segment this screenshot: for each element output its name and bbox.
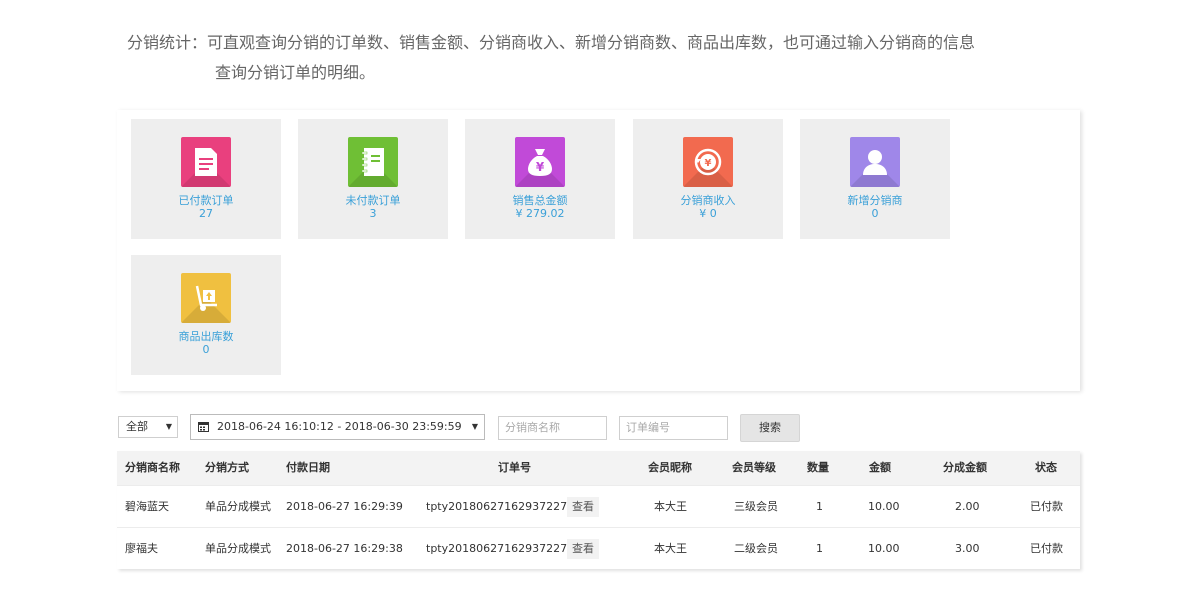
distributor-name-placeholder: 分销商名称 xyxy=(505,421,560,434)
stat-label: 已付款订单 xyxy=(178,194,234,207)
coin-refund-icon: ¥ xyxy=(683,137,733,187)
cell-order-no: tpty201806271629372275 xyxy=(426,542,575,555)
intro-line-2: 查询分销订单的明细。 xyxy=(215,63,376,82)
cell-qty: 1 xyxy=(816,542,823,555)
stat-card-paid-orders[interactable]: 已付款订单 27 xyxy=(131,119,281,239)
document-icon xyxy=(181,137,231,187)
cell-mode: 单品分成模式 xyxy=(205,500,271,513)
header-distributor-name: 分销商名称 xyxy=(125,461,180,474)
notebook-icon xyxy=(348,137,398,187)
header-mode: 分销方式 xyxy=(205,461,249,474)
intro-line-1: 分销统计：可直观查询分销的订单数、销售金额、分销商收入、新增分销商数、商品出库数… xyxy=(127,33,976,52)
triangle-down-icon: ▼ xyxy=(165,422,172,431)
cell-nickname: 本大王 xyxy=(654,542,687,555)
table-row: 廖福夫 单品分成模式 2018-06-27 16:29:38 tpty20180… xyxy=(117,527,1080,569)
stat-value: ¥ 0 xyxy=(699,207,717,220)
stat-label: 销售总金额 xyxy=(512,194,568,207)
orders-table: 分销商名称 分销方式 付款日期 订单号 会员昵称 会员等级 数量 金额 分成金额… xyxy=(117,451,1080,569)
stat-card-new-distributors[interactable]: 新增分销商 0 xyxy=(800,119,950,239)
cell-share: 3.00 xyxy=(955,542,980,555)
cell-amount: 10.00 xyxy=(868,542,900,555)
scope-select[interactable]: 全部 ▼ xyxy=(118,416,178,438)
stat-card-goods-outbound[interactable]: 商品出库数 0 xyxy=(131,255,281,375)
date-range-value: 2018-06-24 16:10:12 - 2018-06-30 23:59:5… xyxy=(217,420,462,433)
filter-bar: 全部 ▼ 2018-06-24 16:10:12 - 2018-06-30 23… xyxy=(117,401,1080,451)
order-number-input[interactable]: 订单编号 xyxy=(619,416,728,440)
cell-pay-date: 2018-06-27 16:29:38 xyxy=(286,542,403,555)
cell-distributor-name: 碧海蓝天 xyxy=(125,500,169,513)
header-level: 会员等级 xyxy=(732,461,776,474)
cell-distributor-name: 廖福夫 xyxy=(125,542,158,555)
cell-level: 二级会员 xyxy=(734,542,778,555)
cell-order-no: tpty201806271629372275 xyxy=(426,500,575,513)
stat-label: 商品出库数 xyxy=(178,330,234,343)
date-range-picker[interactable]: 2018-06-24 16:10:12 - 2018-06-30 23:59:5… xyxy=(190,414,485,440)
cell-amount: 10.00 xyxy=(868,500,900,513)
stat-label: 未付款订单 xyxy=(345,194,401,207)
cell-qty: 1 xyxy=(816,500,823,513)
intro-text: 分销统计：可直观查询分销的订单数、销售金额、分销商收入、新增分销商数、商品出库数… xyxy=(127,28,1107,88)
stat-value: 0 xyxy=(871,207,879,220)
cell-share: 2.00 xyxy=(955,500,980,513)
cell-status: 已付款 xyxy=(1030,500,1063,513)
stat-label: 新增分销商 xyxy=(847,194,903,207)
view-button[interactable]: 查看 xyxy=(567,497,599,517)
table-header: 分销商名称 分销方式 付款日期 订单号 会员昵称 会员等级 数量 金额 分成金额… xyxy=(117,451,1080,485)
header-share: 分成金额 xyxy=(943,461,987,474)
cell-mode: 单品分成模式 xyxy=(205,542,271,555)
svg-text:¥: ¥ xyxy=(705,158,712,169)
distributor-name-input[interactable]: 分销商名称 xyxy=(498,416,607,440)
scope-select-value: 全部 xyxy=(126,420,148,433)
stat-card-sales-total[interactable]: ¥ 销售总金额 ¥ 279.02 xyxy=(465,119,615,239)
stat-value: 0 xyxy=(202,343,210,356)
cell-status: 已付款 xyxy=(1030,542,1063,555)
stat-card-unpaid-orders[interactable]: 未付款订单 3 xyxy=(298,119,448,239)
header-pay-date: 付款日期 xyxy=(286,461,330,474)
stats-panel: 已付款订单 27 未付款订单 3 ¥ 销售总金额 ¥ 279.02 ¥ 分销商收… xyxy=(117,110,1080,391)
handcart-icon xyxy=(181,273,231,323)
stat-value: 27 xyxy=(199,207,213,220)
table-row: 碧海蓝天 单品分成模式 2018-06-27 16:29:39 tpty2018… xyxy=(117,485,1080,527)
money-bag-icon: ¥ xyxy=(515,137,565,187)
stat-label: 分销商收入 xyxy=(680,194,736,207)
header-qty: 数量 xyxy=(807,461,829,474)
svg-text:¥: ¥ xyxy=(536,160,545,174)
header-nickname: 会员昵称 xyxy=(648,461,692,474)
header-order-no: 订单号 xyxy=(498,461,531,474)
stat-card-distributor-income[interactable]: ¥ 分销商收入 ¥ 0 xyxy=(633,119,783,239)
cell-nickname: 本大王 xyxy=(654,500,687,513)
cell-pay-date: 2018-06-27 16:29:39 xyxy=(286,500,403,513)
order-number-placeholder: 订单编号 xyxy=(626,421,670,434)
stat-value: ¥ 279.02 xyxy=(515,207,565,220)
stat-value: 3 xyxy=(369,207,377,220)
calendar-icon xyxy=(198,422,209,432)
header-amount: 金额 xyxy=(869,461,891,474)
header-status: 状态 xyxy=(1035,461,1057,474)
cell-level: 三级会员 xyxy=(734,500,778,513)
view-button[interactable]: 查看 xyxy=(567,539,599,559)
search-button[interactable]: 搜索 xyxy=(740,414,800,442)
triangle-down-icon: ▼ xyxy=(471,422,478,431)
user-icon xyxy=(850,137,900,187)
